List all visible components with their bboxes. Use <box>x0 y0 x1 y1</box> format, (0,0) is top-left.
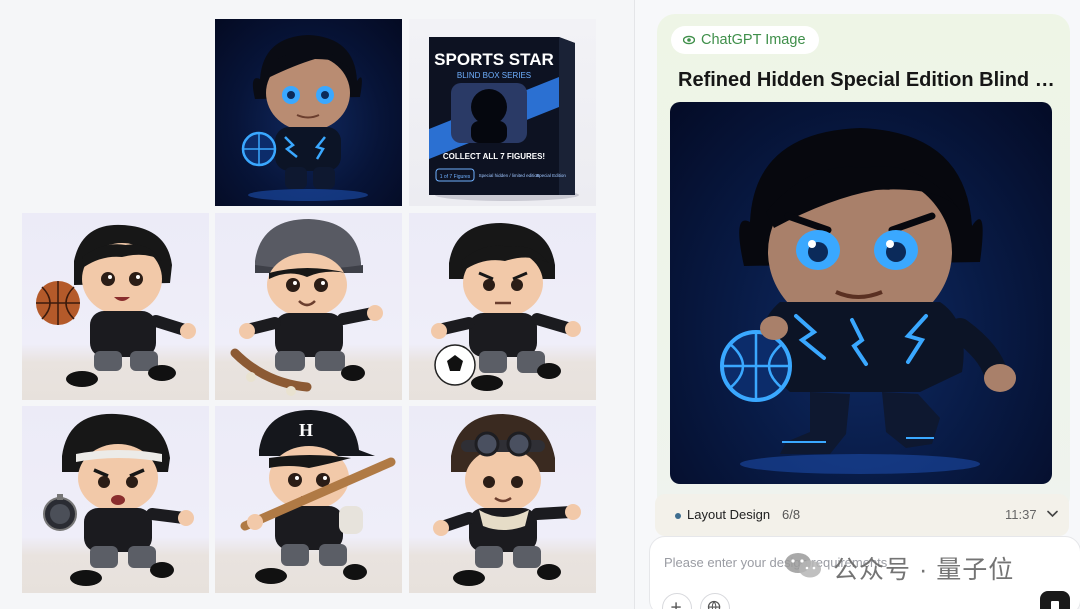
result-image[interactable] <box>670 102 1052 484</box>
soccer-figure-illustration <box>431 223 581 391</box>
plus-icon <box>671 602 681 609</box>
gallery-tile-soccer[interactable] <box>409 213 596 400</box>
layout-time: 11:37 <box>1005 507 1037 522</box>
glowing-figure-illustration <box>241 35 368 201</box>
gallery-tile-blind-box[interactable]: SPORTS STAR BLIND BOX SERIES COLLECT ALL… <box>409 19 596 206</box>
cap-letter: H <box>299 420 313 440</box>
blind-box-illustration: SPORTS STAR BLIND BOX SERIES COLLECT ALL… <box>429 37 579 201</box>
chevron-down-icon[interactable] <box>1047 510 1058 518</box>
glowing-figure-large-illustration <box>720 128 1016 474</box>
chatgpt-image-chip[interactable]: ChatGPT Image <box>671 26 819 54</box>
watermark-text: 公众号 · 量子位 <box>833 556 1015 584</box>
image-result-card: ChatGPT Image Refined Hidden Special Edi… <box>657 14 1070 514</box>
layout-label: Layout Design <box>687 507 771 522</box>
layout-design-row[interactable]: Layout Design 6/8 11:37 <box>655 494 1069 536</box>
result-title: Refined Hidden Special Edition Blind Box… <box>678 69 1063 91</box>
globe-icon <box>707 600 721 609</box>
image-gallery: SPORTS STAR BLIND BOX SERIES COLLECT ALL… <box>0 0 634 609</box>
send-button[interactable] <box>1040 591 1070 609</box>
send-icon <box>1051 601 1059 609</box>
box-tag-mid: Special hidden / limited edition <box>479 173 540 178</box>
box-subtitle: BLIND BOX SERIES <box>457 71 531 80</box>
box-tag-left: 1 of 7 Figures <box>440 174 471 180</box>
baseball-figure-illustration: H <box>240 410 396 584</box>
gallery-tile-basketball[interactable] <box>22 213 209 400</box>
chip-label: ChatGPT Image <box>701 32 806 48</box>
status-dot <box>675 513 681 519</box>
gallery-tile-stopwatch[interactable] <box>22 406 209 593</box>
box-tag-right: Special Edition <box>536 173 566 178</box>
basketball-figure-illustration <box>36 224 196 387</box>
skateboard-figure-illustration <box>230 219 383 396</box>
gallery-tile-glowing-figure[interactable] <box>215 19 402 206</box>
chat-panel: ChatGPT Image Refined Hidden Special Edi… <box>635 0 1080 609</box>
box-collect-text: COLLECT ALL 7 FIGURES! <box>443 152 545 161</box>
gallery-tile-skateboard[interactable] <box>215 213 402 400</box>
gallery-tile-goggles[interactable] <box>409 406 596 593</box>
goggles-figure-illustration <box>433 414 581 586</box>
wechat-logo-icon <box>785 553 821 578</box>
eye-icon <box>683 35 695 45</box>
box-title: SPORTS STAR <box>434 50 554 69</box>
gallery-tile-baseball[interactable]: H <box>215 406 402 593</box>
add-attachment-button[interactable] <box>662 593 692 609</box>
web-search-button[interactable] <box>700 593 730 609</box>
stopwatch-figure-illustration <box>43 413 194 586</box>
layout-count: 6/8 <box>782 507 801 522</box>
